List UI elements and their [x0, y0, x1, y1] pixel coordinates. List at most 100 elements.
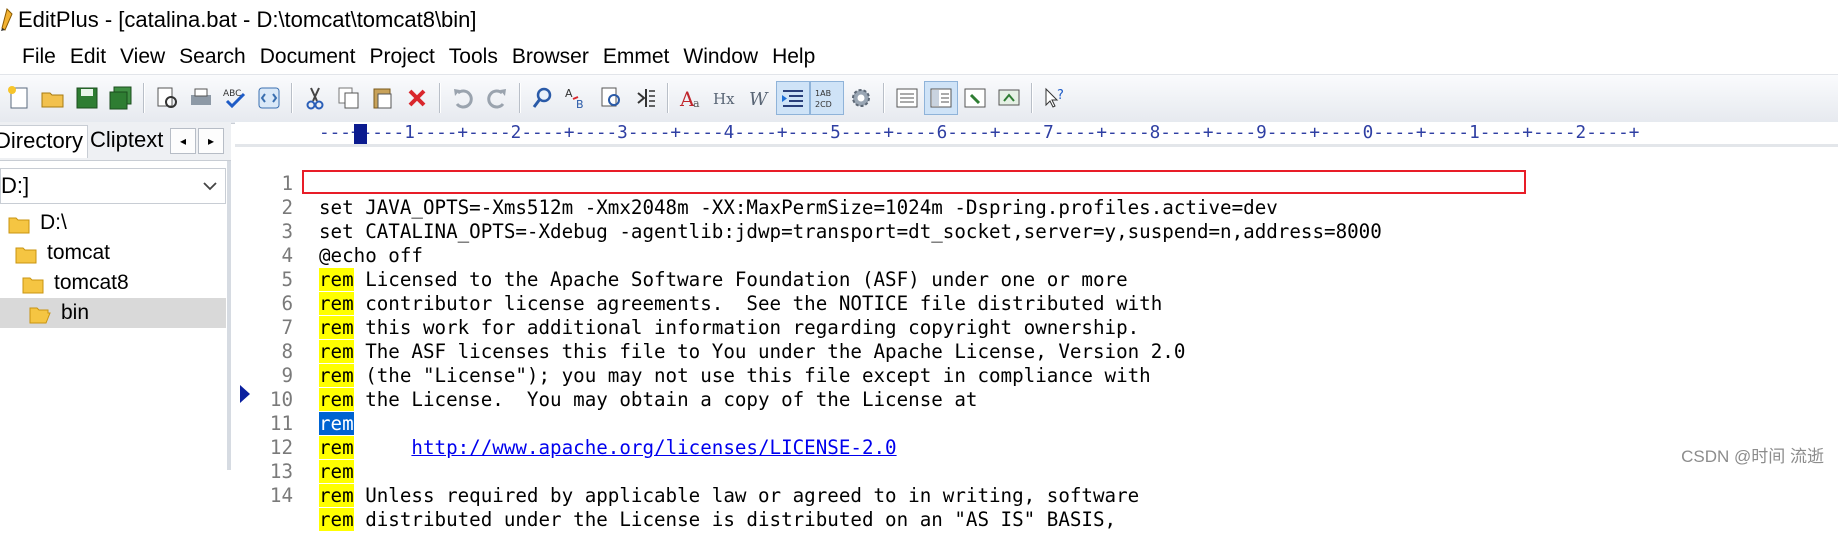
tab-scroll-right-button[interactable]: ▸ — [198, 128, 224, 154]
tab-scroll-left-button[interactable]: ◂ — [170, 128, 196, 154]
code-line[interactable]: 2 set CATALINA_OPTS=-Xdebug -agentlib:jd… — [235, 172, 1381, 243]
code-line[interactable]: 14 rem distributed under the License is … — [235, 460, 1116, 531]
spell-settings-icon[interactable]: 1AB 2CD — [810, 81, 844, 115]
screen-icon[interactable] — [992, 81, 1026, 115]
tree-item-label: D:\ — [40, 211, 67, 234]
font-icon[interactable]: Aa — [674, 81, 708, 115]
chevron-down-icon — [203, 182, 217, 191]
rem-keyword: rem — [319, 388, 354, 411]
svg-text:Hx: Hx — [713, 90, 735, 108]
tree-item-bin[interactable]: bin — [0, 298, 226, 328]
redo-icon[interactable] — [480, 81, 514, 115]
folder-icon — [8, 217, 30, 234]
code-line[interactable]: 9 rem the License. You may obtain a copy… — [235, 340, 977, 411]
rem-keyword: rem — [319, 508, 354, 531]
svg-text:B: B — [576, 98, 584, 111]
undo-icon[interactable] — [446, 81, 480, 115]
menu-file[interactable]: File — [22, 44, 56, 70]
tree-item-d-drive[interactable]: D:\ — [0, 208, 226, 238]
code-line[interactable]: 8 rem (the "License"); you may not use t… — [235, 316, 1151, 387]
title-bar: EditPlus - [catalina.bat - D:\tomcat\tom… — [0, 0, 1838, 40]
browser-preview-icon[interactable] — [252, 81, 286, 115]
line-text: (the "License"); you may not use this fi… — [353, 364, 1151, 387]
line-text — [354, 436, 412, 459]
menu-document[interactable]: Document — [260, 44, 356, 70]
find-in-files-icon[interactable] — [594, 81, 628, 115]
menu-browser[interactable]: Browser — [512, 44, 589, 70]
drive-select[interactable]: D:] — [0, 168, 226, 204]
tree-item-tomcat8[interactable]: tomcat8 — [0, 268, 226, 298]
word-wrap-icon[interactable]: W — [742, 81, 776, 115]
code-line[interactable]: 13 rem Unless required by applicable law… — [235, 436, 1139, 507]
menu-emmet[interactable]: Emmet — [603, 44, 670, 70]
open-folder-icon — [29, 307, 51, 324]
column-ruler: ---+----1----+----2----+----3----+----4-… — [235, 122, 1838, 144]
tree-item-label: tomcat8 — [54, 271, 129, 294]
indent-icon[interactable] — [776, 81, 810, 115]
tree-item-tomcat[interactable]: tomcat — [0, 238, 226, 268]
toolbar-separator — [883, 83, 884, 113]
code-line[interactable]: 3 @echo off — [235, 196, 423, 267]
goto-line-icon[interactable] — [628, 81, 662, 115]
svg-text:W: W — [749, 89, 769, 110]
replace-icon[interactable]: AB — [560, 81, 594, 115]
hex-viewer-icon[interactable]: Hx — [708, 81, 742, 115]
license-link[interactable]: http://www.apache.org/licenses/LICENSE-2… — [411, 436, 896, 459]
line-code: rem (the "License"); you may not use thi… — [319, 364, 1151, 388]
menu-view[interactable]: View — [120, 44, 165, 70]
print-preview-icon[interactable] — [150, 81, 184, 115]
menu-project[interactable]: Project — [369, 44, 434, 70]
new-file-icon[interactable] — [2, 81, 36, 115]
line-code: rem — [319, 412, 354, 436]
copy-icon[interactable] — [332, 81, 366, 115]
spell-check-icon[interactable]: ABC — [218, 81, 252, 115]
svg-text:A: A — [565, 87, 573, 100]
rem-keyword: rem — [319, 460, 354, 483]
svg-text:?: ? — [1057, 88, 1064, 103]
line-text: set CATALINA_OPTS=-Xdebug -agentlib:jdwp… — [319, 220, 1382, 243]
code-line[interactable]: 12 rem — [235, 412, 354, 483]
line-text: Unless required by applicable law or agr… — [353, 484, 1140, 507]
find-icon[interactable] — [526, 81, 560, 115]
print-icon[interactable] — [184, 81, 218, 115]
menu-edit[interactable]: Edit — [70, 44, 106, 70]
code-line-current[interactable]: 10 rem — [235, 364, 354, 435]
toolbar-separator — [143, 83, 144, 113]
menu-items: File Edit View Search Document Project T… — [22, 44, 815, 70]
line-code: rem contributor license agreements. See … — [319, 292, 1162, 316]
rem-keyword: rem — [319, 436, 354, 459]
tab-cliptext[interactable]: Cliptext — [90, 125, 168, 157]
paste-icon[interactable] — [366, 81, 400, 115]
help-icon[interactable]: ? — [1038, 81, 1072, 115]
folder-icon — [22, 277, 44, 294]
code-line[interactable]: 1 set JAVA_OPTS=-Xms512m -Xmx2048m -XX:M… — [235, 148, 1277, 219]
ruler-divider — [235, 144, 1838, 147]
code-line[interactable]: 4 rem Licensed to the Apache Software Fo… — [235, 220, 1128, 291]
line-text: The ASF licenses this file to You under … — [353, 340, 1186, 363]
toolbar-separator — [667, 83, 668, 113]
code-line[interactable]: 11 rem http://www.apache.org/licenses/LI… — [235, 388, 897, 459]
toolbar: ABC AB Aa Hx W 1AB 2CD ? — [0, 74, 1838, 124]
open-folder-icon[interactable] — [36, 81, 70, 115]
ruler-cursor-marker — [354, 124, 367, 144]
tab-directory[interactable]: Directory — [0, 125, 88, 158]
code-line[interactable]: 6 rem this work for additional informati… — [235, 268, 1139, 339]
cliptext-icon[interactable] — [958, 81, 992, 115]
menu-window[interactable]: Window — [683, 44, 758, 70]
settings-gear-icon[interactable] — [844, 81, 878, 115]
delete-icon[interactable] — [400, 81, 434, 115]
directory-panel: Directory Cliptext ◂ ▸ D:] D:\ tomcat to… — [0, 122, 231, 470]
menu-search[interactable]: Search — [179, 44, 246, 70]
code-line[interactable]: 7 rem The ASF licenses this file to You … — [235, 292, 1185, 363]
save-all-icon[interactable] — [104, 81, 138, 115]
cut-icon[interactable] — [298, 81, 332, 115]
rem-keyword: rem — [319, 484, 354, 507]
menu-help[interactable]: Help — [772, 44, 815, 70]
menu-tools[interactable]: Tools — [449, 44, 498, 70]
line-code: rem this work for additional information… — [319, 316, 1139, 340]
output-window-icon[interactable] — [890, 81, 924, 115]
sidebar-tabs: Directory Cliptext ◂ ▸ — [0, 122, 231, 161]
save-icon[interactable] — [70, 81, 104, 115]
code-line[interactable]: 5 rem contributor license agreements. Se… — [235, 244, 1162, 315]
directory-window-icon[interactable] — [924, 81, 958, 115]
